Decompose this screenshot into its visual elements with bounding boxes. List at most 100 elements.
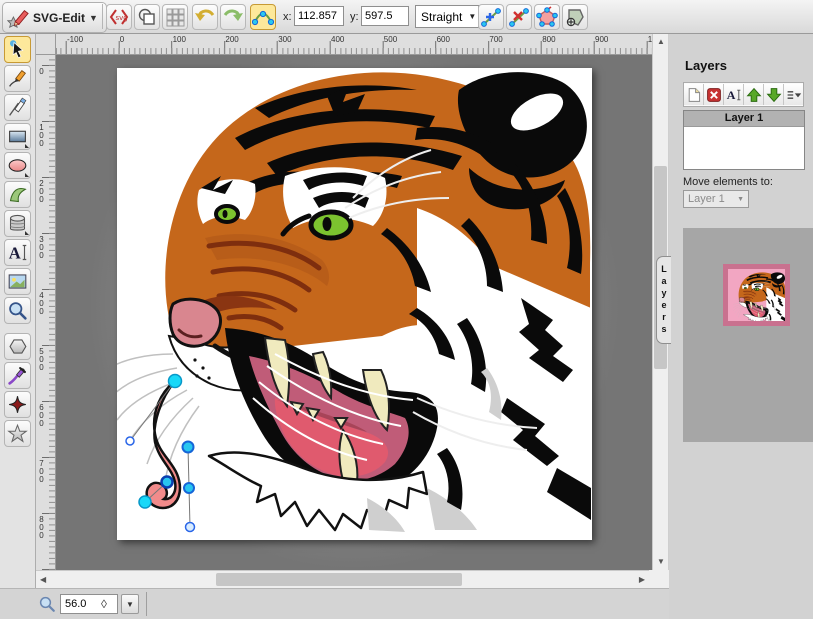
horizontal-scroll-thumb[interactable] [216,573,462,586]
star-burst-tool[interactable] [4,391,31,418]
ruler-label: 500 [37,347,46,371]
delete-layer-button[interactable] [704,84,724,105]
shape-library-tool[interactable] [4,210,31,237]
eyedropper-tool[interactable] [4,362,31,389]
arrow-up-icon [746,87,762,103]
scroll-down-icon[interactable]: ▼ [657,558,665,566]
layers-sidebar: Layers A [669,34,813,619]
add-subpath-button[interactable] [562,4,588,30]
line-tool[interactable] [4,94,31,121]
workspace[interactable] [56,55,652,570]
ruler-label: 400 [331,35,344,44]
main-menu-button[interactable]: SVG-Edit ▼ [2,2,107,33]
zoom-stepper-icon[interactable]: ◊ [101,597,107,611]
layer-more-options-button[interactable] [784,84,803,105]
ruler-label: 1000 [648,35,652,44]
insert-node-button[interactable] [478,4,504,30]
arrow-down-icon [766,87,782,103]
control-handle-line [130,381,175,441]
path-tool[interactable] [4,181,31,208]
path-node[interactable] [184,483,194,493]
ruler-label: 800 [37,515,46,539]
four-point-star-icon [7,394,28,415]
path-node[interactable] [139,496,151,508]
move-layer-down-button[interactable] [764,84,784,105]
line-pen-icon [7,97,28,118]
logo-label: SVG-Edit [33,11,85,25]
pencil-icon [7,68,28,89]
scroll-right-icon[interactable]: ▶ [639,576,645,584]
edited-path[interactable] [147,381,180,508]
redo-button[interactable] [220,4,246,30]
zoom-level-field: ◊ [60,594,118,614]
magnifier-icon [7,300,28,321]
segment-type-select[interactable]: Straight ▼ [415,5,479,28]
add-subpath-icon [564,6,586,28]
redo-icon [222,6,244,28]
ruler-label: 0 [120,35,124,44]
horizontal-ruler: -10001002003004005006007008009001000 [56,34,652,55]
statusbar-divider [146,592,147,616]
svg-text:A: A [726,88,735,102]
zoom-tool[interactable] [4,297,31,324]
insert-node-icon [480,6,502,28]
pencil-tool[interactable] [4,65,31,92]
ruler-label: 700 [37,459,46,483]
ruler-label: -100 [67,35,83,44]
layer-row-active[interactable]: Layer 1 [684,111,804,127]
open-path-icon [536,6,558,28]
wireframe-button[interactable] [134,4,160,30]
control-point-handle[interactable] [126,437,134,445]
open-path-button[interactable] [534,4,560,30]
path-node-selected[interactable] [169,375,182,388]
grid-icon [165,7,185,27]
zoom-level-input[interactable] [61,598,101,610]
move-layer-up-button[interactable] [744,84,764,105]
text-icon: A [7,242,28,263]
toolbar-divider [102,4,103,29]
layers-panel-tab[interactable]: Layers [656,256,671,344]
drawing-thumbnail-frame [723,264,790,326]
scroll-up-icon[interactable]: ▲ [657,38,665,46]
layers-tab-label: Layers [659,264,669,336]
rename-layer-button[interactable]: A [724,84,744,105]
move-elements-select[interactable]: Layer 1 ▼ [683,190,749,208]
chevron-down-icon: ▼ [737,196,744,203]
polygon-tool[interactable] [4,333,31,360]
link-control-points-button[interactable] [250,4,276,30]
undo-button[interactable] [192,4,218,30]
flyout-arrow-icon [25,144,29,148]
delete-node-button[interactable] [506,4,532,30]
sidebar-preview-panel [683,228,813,442]
svg-edit-app: SVG-Edit ▼ svg [0,0,813,619]
svg-canvas[interactable] [117,68,592,540]
x-coordinate-input[interactable] [294,6,344,26]
image-tool[interactable] [4,268,31,295]
control-point-handle[interactable] [186,523,195,532]
text-tool[interactable]: A [4,239,31,266]
zoom-magnifier-icon [38,595,56,613]
ruler-corner [36,34,56,55]
y-coordinate-input[interactable] [361,6,409,26]
svg-edit-logo-icon [7,7,29,29]
rename-layer-icon: A [726,87,742,103]
path-shape-icon [7,184,28,205]
path-node[interactable] [183,442,194,453]
select-tool[interactable] [4,36,31,63]
star-tool[interactable] [4,420,31,447]
wireframe-icon [137,7,157,27]
horizontal-scrollbar[interactable]: ◀ ▶ [36,570,649,588]
source-code-button[interactable]: svg [106,4,132,30]
ruler-label: 100 [173,35,186,44]
ellipse-tool[interactable] [4,152,31,179]
path-node[interactable] [162,477,173,488]
zoom-preset-dropdown[interactable]: ▼ [121,594,139,614]
new-layer-button[interactable] [684,84,704,105]
rectangle-tool[interactable] [4,123,31,150]
ruler-label: 600 [437,35,450,44]
grid-button[interactable] [162,4,188,30]
ruler-label: 200 [37,179,46,203]
link-control-points-icon [252,6,274,28]
image-icon [7,271,28,292]
scroll-left-icon[interactable]: ◀ [40,576,46,584]
